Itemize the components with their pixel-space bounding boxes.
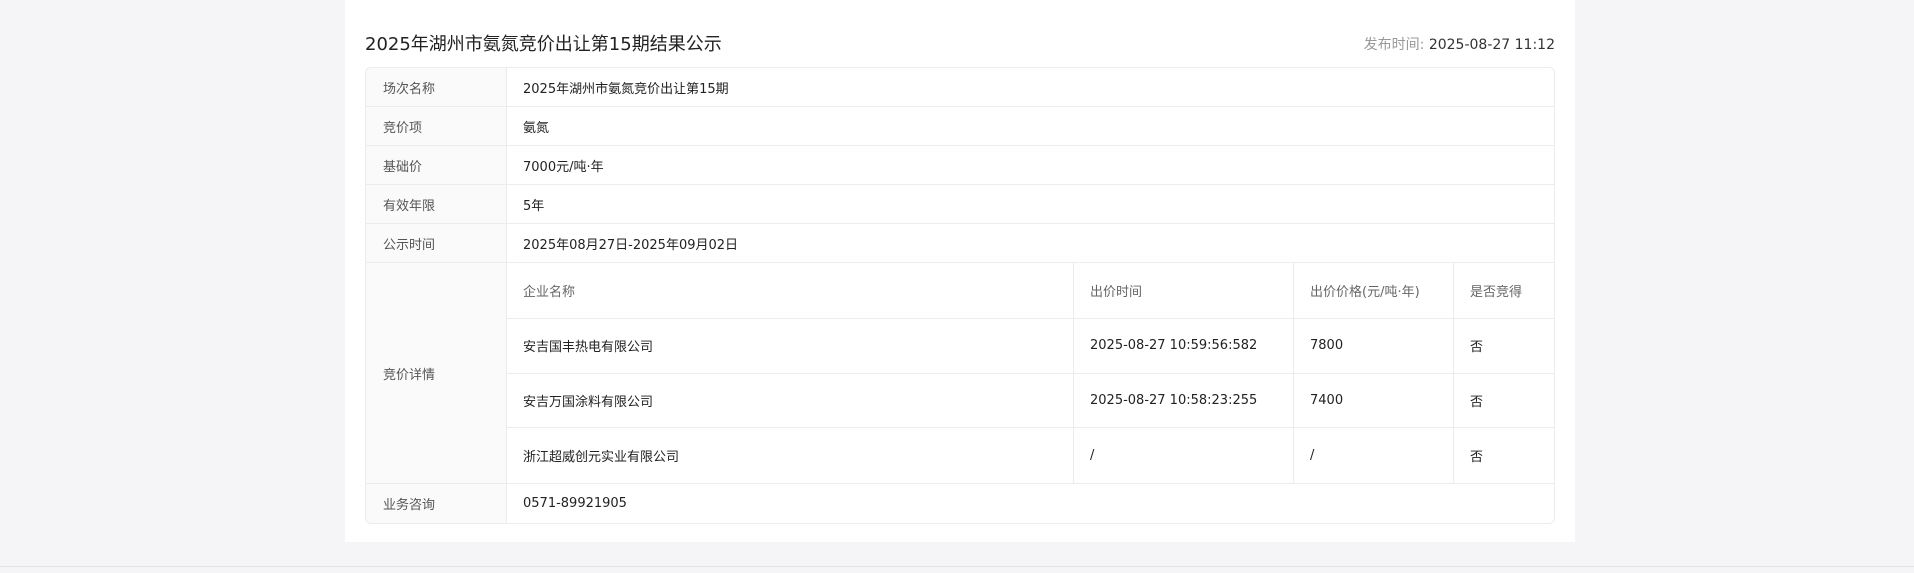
session-value: 2025年湖州市氨氮竞价出让第15期 bbox=[523, 81, 729, 97]
won-cell: 否 bbox=[1470, 340, 1484, 356]
won-cell: 否 bbox=[1470, 394, 1484, 410]
table-row: 安吉国丰热电有限公司 2025-08-27 10:59:56:582 7800 … bbox=[507, 318, 1554, 374]
page: 2025年湖州市氨氮竞价出让第15期结果公示 发布时间: 2025-08-27 … bbox=[0, 0, 1914, 573]
bid-table-header: 企业名称 出价时间 出价价格(元/吨·年) 是否竞得 bbox=[507, 263, 1554, 319]
bid-details-label: 竞价详情 bbox=[366, 263, 507, 483]
info-row-item: 竞价项 氨氮 bbox=[366, 107, 1554, 146]
table-row: 安吉万国涂料有限公司 2025-08-27 10:58:23:255 7400 … bbox=[507, 373, 1554, 429]
publish-time-label: 发布时间: bbox=[1363, 37, 1425, 53]
base-price-label: 基础价 bbox=[366, 146, 507, 184]
notice-time-label: 公示时间 bbox=[366, 224, 507, 262]
info-row-bid-details: 竞价详情 企业名称 出价时间 出价价格(元/吨·年) 是否竞得 安吉国丰热电有限… bbox=[366, 263, 1554, 484]
item-value: 氨氮 bbox=[523, 120, 550, 136]
info-row-base-price: 基础价 7000元/吨·年 bbox=[366, 146, 1554, 185]
item-label: 竞价项 bbox=[366, 107, 507, 145]
company-name-cell: 安吉国丰热电有限公司 bbox=[507, 318, 1074, 373]
bid-price-cell: 7400 bbox=[1294, 373, 1454, 428]
info-row-validity: 有效年限 5年 bbox=[366, 185, 1554, 224]
footer-divider bbox=[0, 566, 1914, 567]
bid-time-cell: 2025-08-27 10:59:56:582 bbox=[1074, 318, 1294, 373]
validity-label: 有效年限 bbox=[366, 185, 507, 223]
column-header-bid-time: 出价时间 bbox=[1074, 263, 1294, 318]
column-header-bid-price: 出价价格(元/吨·年) bbox=[1294, 263, 1454, 318]
notice-time-value: 2025年08月27日-2025年09月02日 bbox=[523, 237, 739, 253]
column-header-company: 企业名称 bbox=[507, 263, 1074, 318]
consult-value: 0571-89921905 bbox=[523, 496, 627, 511]
bid-time-cell: / bbox=[1074, 428, 1294, 483]
validity-value: 5年 bbox=[523, 198, 545, 214]
bid-time-cell: 2025-08-27 10:58:23:255 bbox=[1074, 373, 1294, 428]
consult-label: 业务咨询 bbox=[366, 484, 507, 523]
publish-time-value: 2025-08-27 11:12 bbox=[1428, 37, 1555, 53]
column-header-won: 是否竞得 bbox=[1470, 284, 1523, 300]
company-name-cell: 安吉万国涂料有限公司 bbox=[507, 373, 1074, 428]
won-cell: 否 bbox=[1470, 450, 1484, 466]
page-title: 2025年湖州市氨氮竞价出让第15期结果公示 bbox=[365, 34, 722, 55]
info-row-consult: 业务咨询 0571-89921905 bbox=[366, 484, 1554, 523]
bid-price-cell: 7800 bbox=[1294, 318, 1454, 373]
publish-time: 发布时间: 2025-08-27 11:12 bbox=[1364, 34, 1555, 54]
bid-details-value: 企业名称 出价时间 出价价格(元/吨·年) 是否竞得 安吉国丰热电有限公司 20… bbox=[507, 263, 1554, 483]
page-header: 2025年湖州市氨氮竞价出让第15期结果公示 发布时间: 2025-08-27 … bbox=[365, 28, 1555, 60]
bid-table: 企业名称 出价时间 出价价格(元/吨·年) 是否竞得 安吉国丰热电有限公司 20… bbox=[507, 263, 1554, 483]
info-table: 场次名称 2025年湖州市氨氮竞价出让第15期 竞价项 氨氮 基础价 7000元… bbox=[365, 67, 1555, 524]
table-row: 浙江超威创元实业有限公司 / / 否 bbox=[507, 428, 1554, 483]
session-label: 场次名称 bbox=[366, 68, 507, 106]
bid-price-cell: / bbox=[1294, 428, 1454, 483]
base-price-value: 7000元/吨·年 bbox=[523, 159, 604, 175]
info-row-notice-time: 公示时间 2025年08月27日-2025年09月02日 bbox=[366, 224, 1554, 263]
company-name-cell: 浙江超威创元实业有限公司 bbox=[507, 428, 1074, 483]
info-row-session: 场次名称 2025年湖州市氨氮竞价出让第15期 bbox=[366, 68, 1554, 107]
